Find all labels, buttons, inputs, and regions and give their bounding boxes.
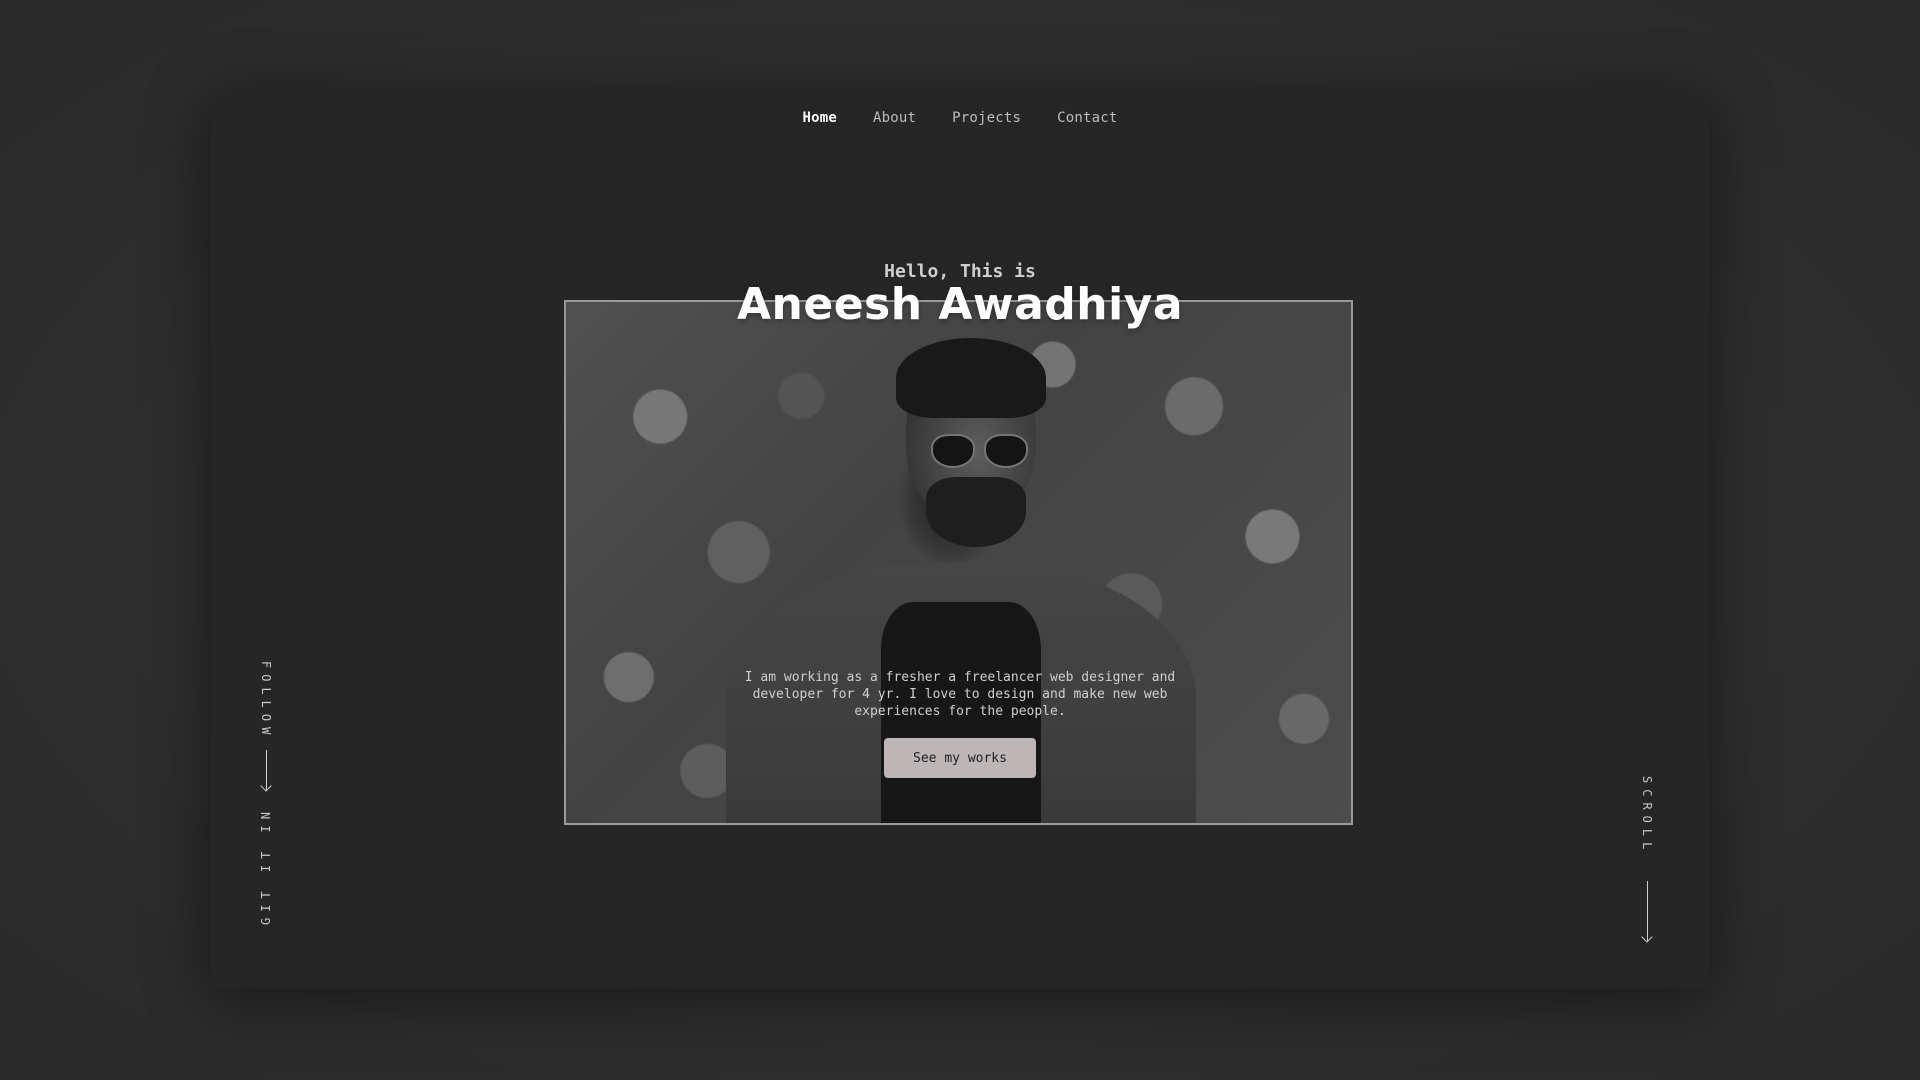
hero-description: I am working as a fresher a freelancer w… [744, 670, 1176, 719]
nav-projects-link[interactable]: Projects [952, 110, 1021, 126]
follow-sidebar: FOLLOW GIT IT IN [259, 661, 273, 925]
nav-about-link[interactable]: About [873, 110, 916, 126]
hero-name-heading: Aneesh Awadhiya [736, 279, 1184, 330]
git-it-in-link[interactable]: GIT IT IN [259, 806, 273, 925]
follow-label: FOLLOW [259, 661, 273, 741]
scroll-indicator[interactable]: SCROLL [1640, 776, 1654, 942]
nav-home-link[interactable]: Home [802, 110, 837, 126]
scroll-label: SCROLL [1640, 776, 1654, 856]
follow-arrow-down-icon [265, 750, 267, 791]
main-nav: Home About Projects Contact [210, 110, 1710, 126]
site-window: Home About Projects Contact Hello, This … [210, 91, 1710, 989]
see-my-works-button[interactable]: See my works [884, 738, 1036, 778]
scroll-arrow-down-icon [1646, 881, 1648, 942]
nav-contact-link[interactable]: Contact [1057, 110, 1117, 126]
